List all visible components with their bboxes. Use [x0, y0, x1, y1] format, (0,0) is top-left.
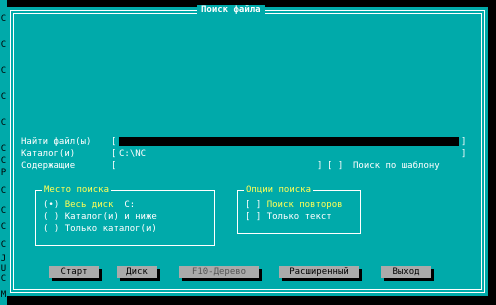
directory-label: Каталог(и)	[21, 149, 76, 159]
disk-letter: C:	[124, 200, 136, 210]
panel-strip-char: C	[0, 222, 7, 232]
find-files-bracket-right: ]	[461, 137, 467, 147]
directory-bracket-left: [	[111, 149, 117, 159]
pattern-checkbox[interactable]: [ ]	[327, 161, 343, 171]
content-bracket-right: ]	[317, 161, 323, 171]
checkbox-mark: [ ]	[245, 212, 262, 222]
find-files-label: Найти файл(ы)	[21, 137, 92, 147]
panel-strip-char: C	[0, 156, 7, 166]
start-button[interactable]: Старт	[49, 266, 99, 278]
disk-button[interactable]: Диск	[117, 266, 157, 278]
radio-dir-and-below[interactable]: ( ) Каталог(и) и ниже	[43, 212, 157, 222]
dialog-frame-inner	[13, 13, 482, 290]
file-panel-strip: C C C C C C C P C C C C J U C M	[0, 0, 7, 305]
radio-label: Только каталог(и)	[64, 224, 157, 234]
advanced-button[interactable]: Расширенный	[279, 266, 359, 278]
find-files-input[interactable]	[119, 137, 459, 146]
search-options-title: Опции поиска	[244, 185, 314, 195]
panel-strip-char: C	[0, 92, 7, 102]
panel-strip-char: M	[0, 290, 7, 300]
panel-strip-char: U	[0, 264, 7, 274]
panel-strip-char: C	[0, 118, 7, 128]
panel-strip-char: J	[0, 254, 7, 264]
checkbox-mark: [ ]	[245, 200, 262, 210]
panel-strip-char: C	[0, 66, 7, 76]
directory-bracket-right: ]	[461, 149, 467, 159]
panel-strip-char: C	[0, 144, 7, 154]
radio-dir-only[interactable]: ( ) Только каталог(и)	[43, 224, 157, 234]
find-file-dialog: Поиск файла Найти файл(ы) [ ] Каталог(и)…	[7, 5, 488, 296]
exit-button[interactable]: Выход	[381, 266, 431, 278]
radio-mark: (•)	[43, 200, 60, 210]
dialog-title: Поиск файла	[197, 5, 265, 15]
panel-strip-char: C	[0, 274, 7, 284]
panel-strip-char: C	[0, 14, 7, 24]
panel-strip-char: C	[0, 206, 7, 216]
panel-strip-char: P	[0, 168, 7, 178]
panel-strip-char: C	[0, 240, 7, 250]
search-place-title: Место поиска	[42, 185, 112, 195]
radio-mark: ( )	[43, 212, 60, 222]
panel-strip-char: C	[0, 40, 7, 50]
directory-input[interactable]: C:\NC	[119, 149, 146, 159]
radio-whole-disk[interactable]: (•) Весь диск C:	[43, 200, 135, 210]
f10-tree-button[interactable]: F10-Дерево	[179, 266, 259, 278]
content-label: Содержащие	[21, 161, 76, 171]
content-bracket-left: [	[111, 161, 117, 171]
checkbox-label: Поиск повторов	[266, 200, 343, 210]
checkbox-text-only[interactable]: [ ] Только текст	[245, 212, 332, 222]
radio-label: Весь диск	[64, 200, 114, 210]
checkbox-find-duplicates[interactable]: [ ] Поиск повторов	[245, 200, 343, 210]
radio-mark: ( )	[43, 224, 60, 234]
checkbox-label: Только текст	[266, 212, 332, 222]
radio-label: Каталог(и) и ниже	[64, 212, 157, 222]
find-files-bracket-left: [	[111, 137, 117, 147]
panel-strip-char: C	[0, 186, 7, 196]
pattern-checkbox-label: Поиск по шаблону	[353, 161, 440, 171]
